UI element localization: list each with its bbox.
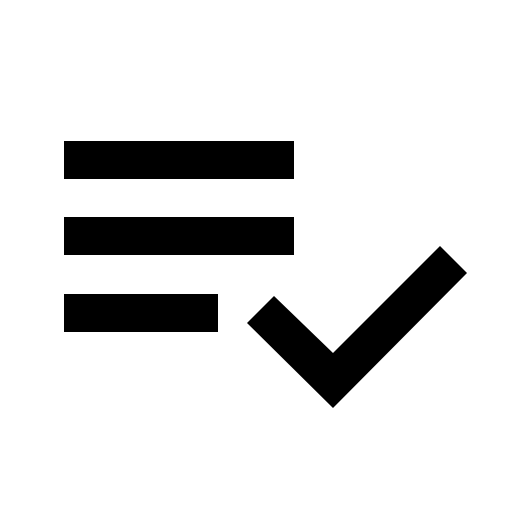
icon-canvas (0, 0, 512, 512)
playlist-add-check-icon (64, 141, 467, 408)
list-line-2 (64, 217, 294, 255)
list-line-1 (64, 141, 294, 179)
list-line-3 (64, 294, 218, 332)
checkmark-icon (247, 246, 467, 408)
